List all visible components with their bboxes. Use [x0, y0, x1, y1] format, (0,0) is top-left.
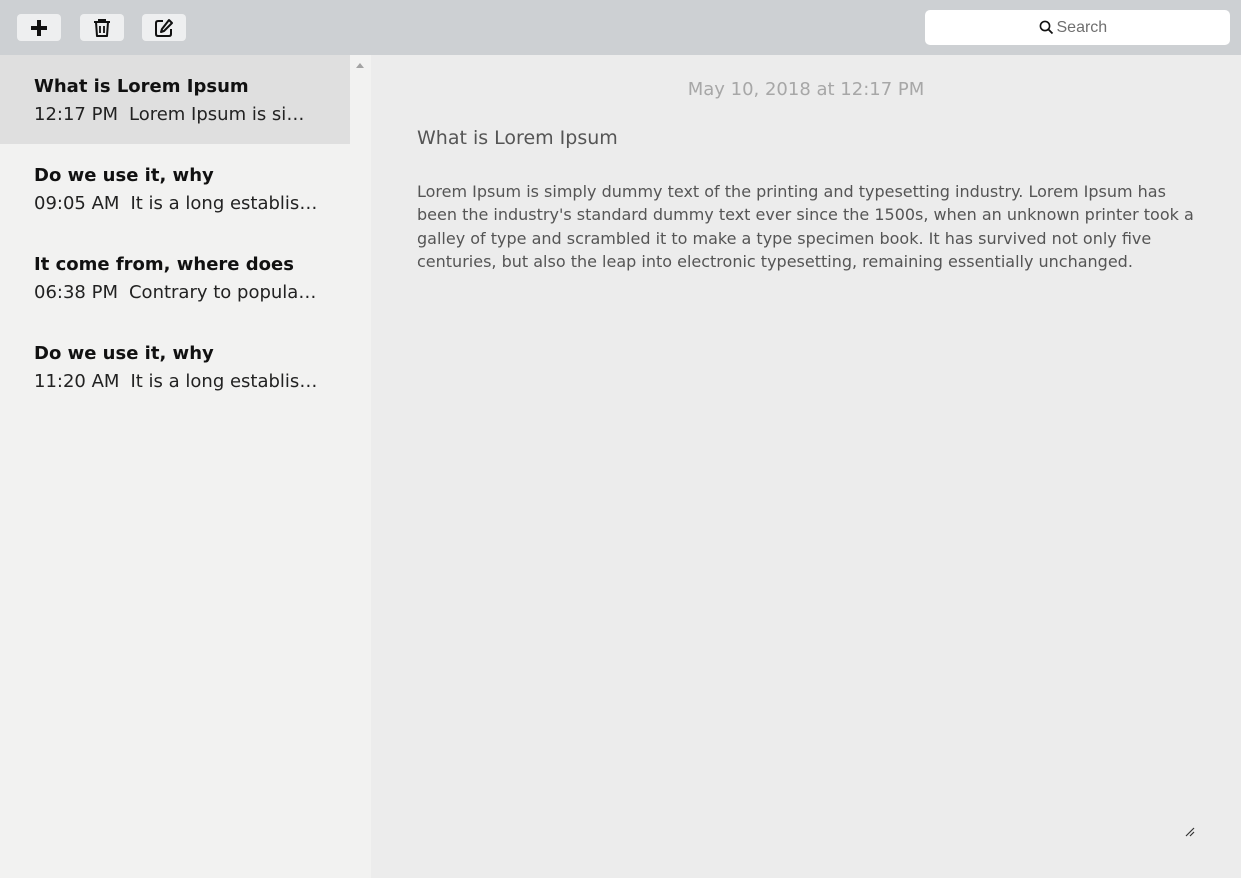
note-meta: 06:38 PM Contrary to popular belief, Lore…	[34, 282, 319, 303]
list-item[interactable]: Do we use it, why 09:05 AM It is a long e…	[0, 144, 350, 233]
scroll-up-arrow-icon[interactable]	[356, 63, 364, 68]
edit-note-button[interactable]	[142, 14, 186, 41]
note-time: 11:20 AM	[34, 371, 120, 392]
note-preview: Contrary to popular belief, Lorem Ipsum	[128, 282, 319, 303]
toolbar	[0, 0, 1241, 55]
list-item[interactable]: What is Lorem Ipsum 12:17 PM Lorem Ipsum …	[0, 55, 350, 144]
note-preview: It is a long established fact that a rea…	[130, 193, 319, 214]
delete-note-button[interactable]	[80, 14, 124, 41]
search-input[interactable]	[1056, 18, 1117, 37]
note-preview: It is a long established fact that a rea…	[130, 371, 319, 392]
compose-icon	[155, 18, 173, 37]
note-meta: 12:17 PM Lorem Ipsum is simply dummy text…	[34, 104, 319, 125]
note-title: It come from, where does	[34, 254, 294, 275]
scrollbar[interactable]	[350, 55, 371, 878]
list-item[interactable]: It come from, where does 06:38 PM Contrar…	[0, 233, 350, 322]
note-time: 06:38 PM	[34, 282, 118, 303]
editor-body[interactable]: Lorem Ipsum is simply dummy text of the …	[417, 180, 1202, 274]
note-editor[interactable]: May 10, 2018 at 12:17 PM What is Lorem I…	[371, 55, 1241, 878]
note-time: 12:17 PM	[34, 104, 118, 125]
resize-handle-icon[interactable]	[1184, 826, 1196, 838]
search-field[interactable]	[925, 10, 1230, 45]
note-meta: 09:05 AM It is a long established fact th…	[34, 193, 319, 214]
note-title: What is Lorem Ipsum	[34, 76, 249, 97]
note-meta: 11:20 AM It is a long established fact th…	[34, 371, 319, 392]
note-preview: Lorem Ipsum is simply dummy text of the …	[128, 104, 319, 125]
note-time: 09:05 AM	[34, 193, 120, 214]
editor-title[interactable]: What is Lorem Ipsum	[417, 127, 618, 149]
list-item[interactable]: Do we use it, why 11:20 AM It is a long e…	[0, 322, 350, 411]
note-date: May 10, 2018 at 12:17 PM	[687, 79, 925, 100]
note-title: Do we use it, why	[34, 343, 214, 364]
search-icon	[1039, 20, 1053, 35]
trash-icon	[94, 18, 110, 37]
plus-icon	[31, 19, 47, 36]
new-note-button[interactable]	[17, 14, 61, 41]
notes-list: What is Lorem Ipsum 12:17 PM Lorem Ipsum …	[0, 55, 350, 878]
note-title: Do we use it, why	[34, 165, 214, 186]
